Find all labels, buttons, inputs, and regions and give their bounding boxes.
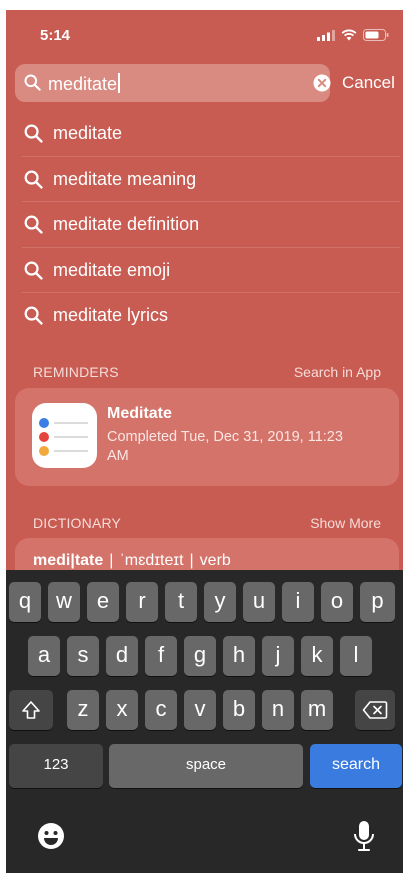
suggestion-item[interactable]: meditate meaning <box>22 157 400 202</box>
emoji-icon <box>38 823 64 849</box>
search-icon <box>24 170 43 189</box>
cancel-button[interactable]: Cancel <box>342 73 395 93</box>
search-key[interactable]: search <box>310 744 402 788</box>
key-h[interactable]: h <box>223 636 255 676</box>
status-time: 5:14 <box>40 27 71 44</box>
key-a[interactable]: a <box>28 636 60 676</box>
emoji-button[interactable] <box>36 821 66 856</box>
microphone-icon <box>354 821 374 851</box>
search-icon <box>24 261 43 280</box>
numbers-key[interactable]: 123 <box>9 744 103 788</box>
key-v[interactable]: v <box>184 690 216 730</box>
space-key[interactable]: space <box>109 744 303 788</box>
key-u[interactable]: u <box>243 582 275 622</box>
key-e[interactable]: e <box>87 582 119 622</box>
suggestion-label: meditate meaning <box>53 169 196 190</box>
search-icon <box>24 306 43 325</box>
suggestion-label: meditate <box>53 123 122 144</box>
key-t[interactable]: t <box>165 582 197 622</box>
suggestion-completion: meaning <box>122 168 197 189</box>
wifi-icon <box>341 29 357 41</box>
reminder-title: Meditate <box>107 405 172 422</box>
battery-icon <box>363 29 389 41</box>
dictionary-entry: medi|tate | ˈmɛdɪteɪt | verb <box>33 552 231 570</box>
dictionary-section-title: DICTIONARY <box>33 515 122 531</box>
reminders-app-icon <box>32 403 97 468</box>
divider: | <box>189 552 194 569</box>
show-more-link[interactable]: Show More <box>310 515 381 531</box>
key-p[interactable]: p <box>360 582 395 622</box>
key-q[interactable]: q <box>9 582 41 622</box>
key-n[interactable]: n <box>262 690 294 730</box>
key-l[interactable]: l <box>340 636 372 676</box>
suggestion-item[interactable]: meditate <box>22 111 400 157</box>
key-y[interactable]: y <box>204 582 236 622</box>
clear-icon[interactable] <box>313 74 331 92</box>
key-j[interactable]: j <box>262 636 294 676</box>
search-in-app-link[interactable]: Search in App <box>294 364 381 380</box>
shift-key[interactable] <box>9 690 53 730</box>
suggestion-query: meditate <box>53 214 123 234</box>
keyboard: q w e r t y u i o p a s d f g h j k l z … <box>6 570 403 873</box>
suggestion-completion: emoji <box>122 259 171 280</box>
suggestion-list: meditate meditate meaning meditate defin… <box>22 111 400 339</box>
shift-icon <box>22 701 40 719</box>
backspace-icon <box>362 701 388 719</box>
key-g[interactable]: g <box>184 636 216 676</box>
suggestion-query: meditate <box>53 259 123 280</box>
text-caret <box>118 73 121 93</box>
reminders-section-title: REMINDERS <box>33 364 119 380</box>
suggestion-label: meditate lyrics <box>53 305 168 326</box>
reminder-result-card[interactable]: Meditate Completed Tue, Dec 31, 2019, 11… <box>15 388 399 486</box>
dictionary-word: medi|tate <box>33 552 104 569</box>
pronunciation: ˈmɛdɪteɪt <box>119 552 184 569</box>
search-input[interactable]: meditate <box>48 73 121 95</box>
suggestion-query: meditate <box>53 123 123 143</box>
search-query: meditate <box>48 74 118 94</box>
status-icons <box>317 29 389 41</box>
key-d[interactable]: d <box>106 636 138 676</box>
suggestion-item[interactable]: meditate lyrics <box>22 293 400 339</box>
key-x[interactable]: x <box>106 690 138 730</box>
suggestion-item[interactable]: meditate definition <box>22 202 400 248</box>
key-b[interactable]: b <box>223 690 255 730</box>
reminders-list-glyph <box>39 418 88 456</box>
search-icon <box>24 74 41 91</box>
key-i[interactable]: i <box>282 582 314 622</box>
key-s[interactable]: s <box>67 636 99 676</box>
suggestion-label: meditate emoji <box>53 260 170 281</box>
search-field[interactable]: meditate <box>15 64 331 102</box>
phone-screen: 5:14 meditate Cancel meditate meditate m… <box>6 10 403 873</box>
suggestion-query: meditate <box>53 305 123 325</box>
search-icon <box>24 215 43 234</box>
key-c[interactable]: c <box>145 690 177 730</box>
suggestion-item[interactable]: meditate emoji <box>22 248 400 293</box>
dictation-button[interactable] <box>352 819 376 858</box>
suggestion-label: meditate definition <box>53 214 199 235</box>
key-z[interactable]: z <box>67 690 99 730</box>
divider: | <box>109 552 114 569</box>
key-r[interactable]: r <box>126 582 158 622</box>
delete-key[interactable] <box>355 690 395 730</box>
key-m[interactable]: m <box>301 690 333 730</box>
part-of-speech: verb <box>199 552 231 569</box>
reminder-subtitle: Completed Tue, Dec 31, 2019, 11:23 AM <box>107 429 343 464</box>
key-o[interactable]: o <box>321 582 353 622</box>
cellular-signal-icon <box>317 29 335 41</box>
suggestion-query: meditate <box>53 168 123 189</box>
status-bar: 5:14 <box>6 10 403 54</box>
key-k[interactable]: k <box>301 636 333 676</box>
suggestion-completion: definition <box>122 214 200 234</box>
key-f[interactable]: f <box>145 636 177 676</box>
search-icon <box>24 124 43 143</box>
suggestion-completion: lyrics <box>122 305 169 325</box>
key-w[interactable]: w <box>48 582 80 622</box>
